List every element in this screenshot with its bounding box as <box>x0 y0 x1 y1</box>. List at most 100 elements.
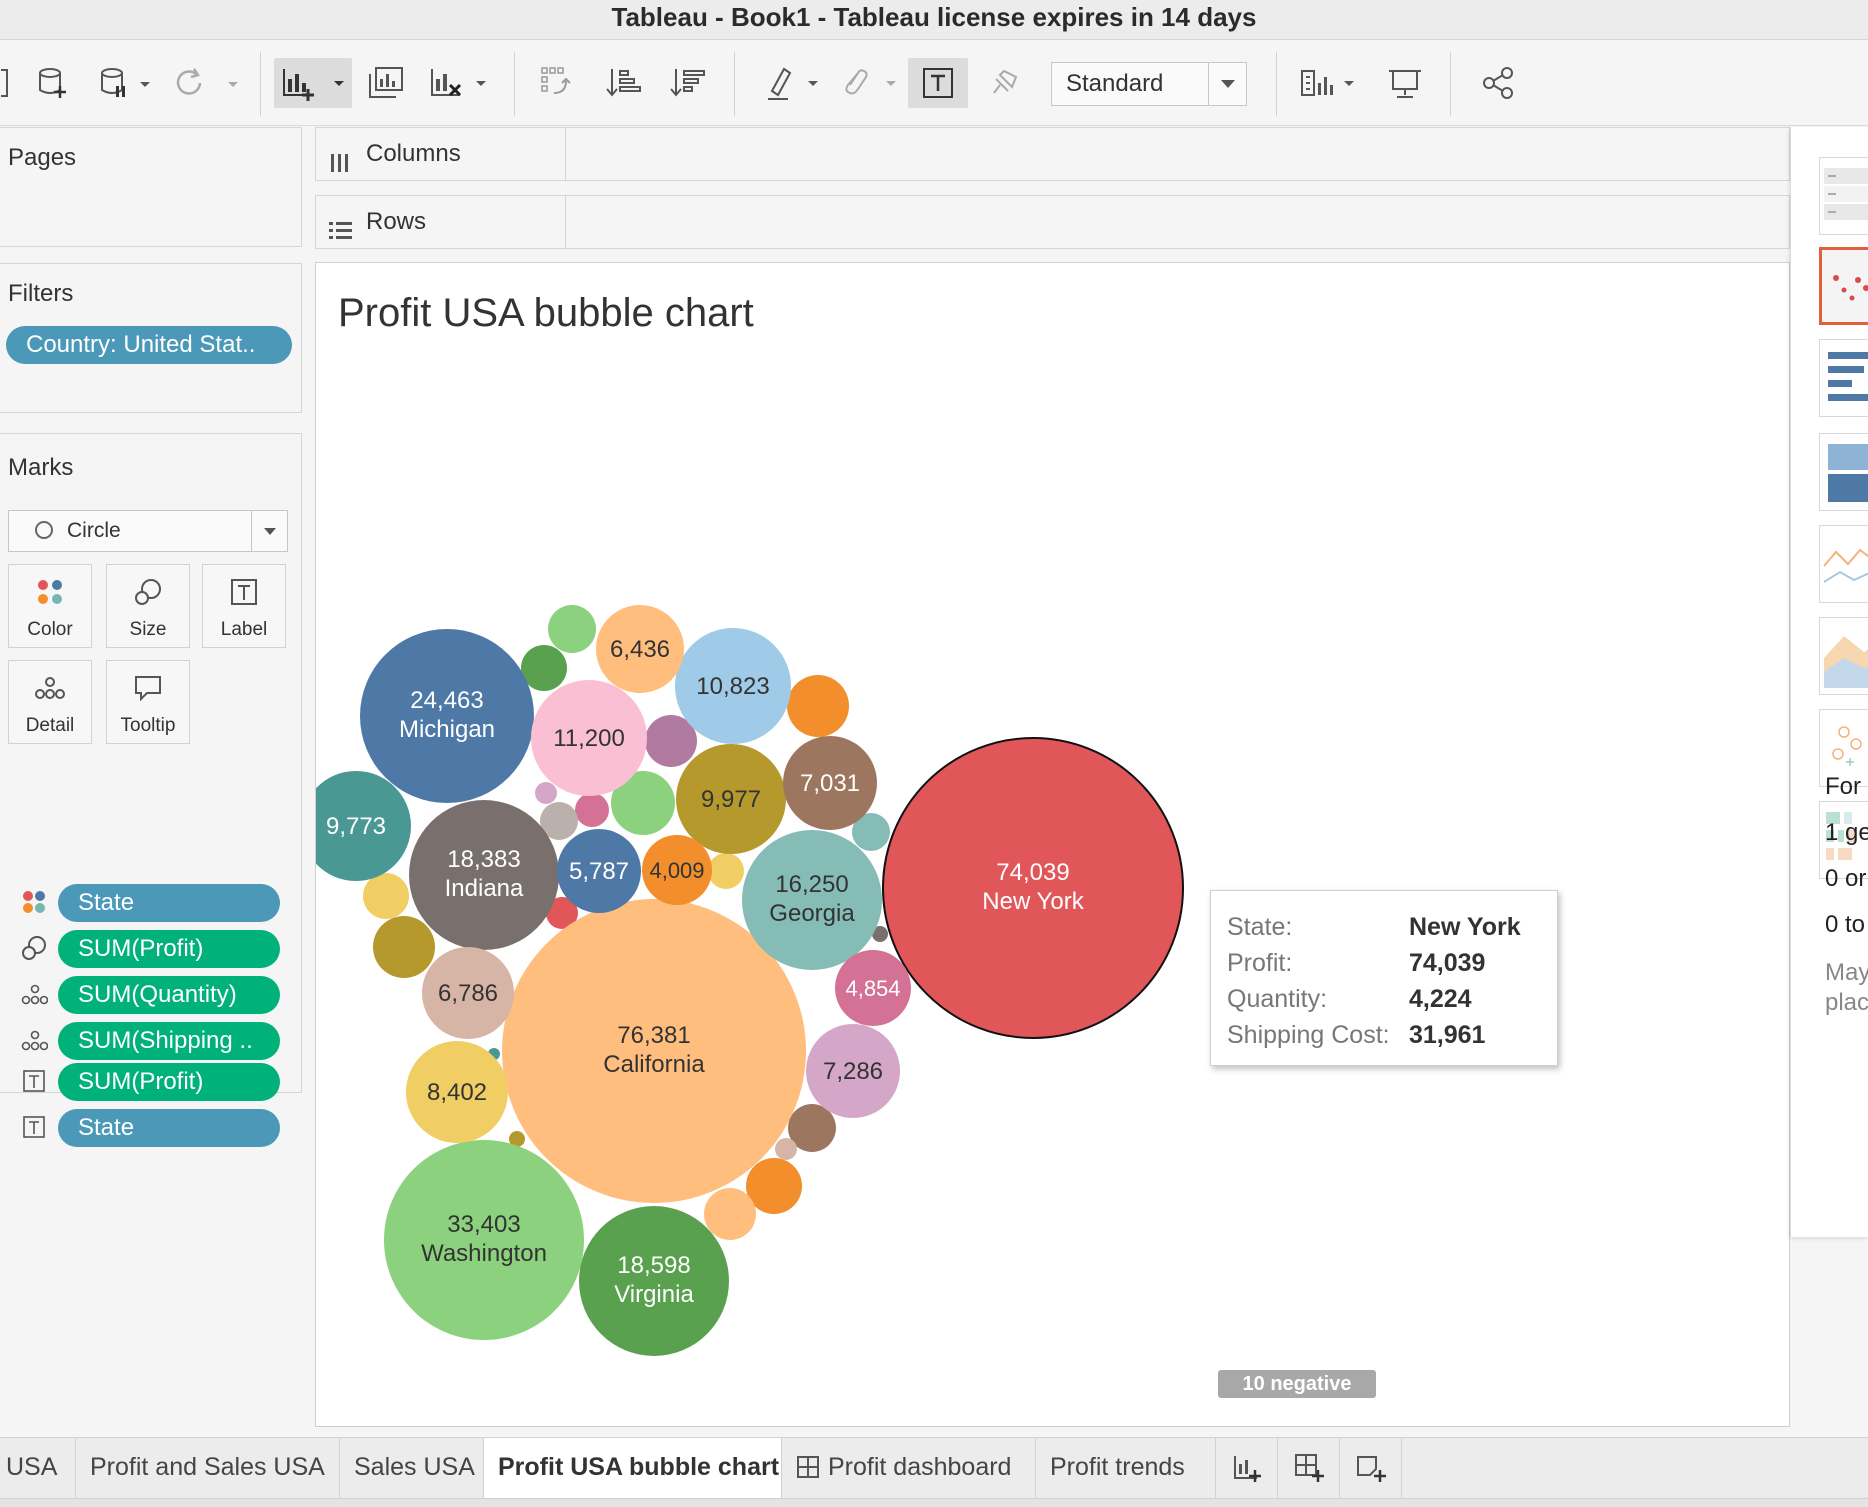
tooltip-value: 31,961 <box>1409 1021 1486 1049</box>
bubble-value-label: 16,250 <box>775 871 848 898</box>
mark-field-profit-label[interactable]: SUM(Profit) <box>58 1063 280 1101</box>
pages-title: Pages <box>8 144 77 171</box>
bubble-mark[interactable] <box>363 873 409 919</box>
marks-title: Marks <box>8 454 74 481</box>
bubble-value-label: 7,031 <box>800 770 860 797</box>
bubble-mark[interactable] <box>704 1188 756 1240</box>
label-icon <box>20 1113 48 1141</box>
show-me-area[interactable] <box>1819 617 1868 695</box>
bubble-mark[interactable] <box>775 1138 797 1160</box>
show-me-hint-3: 0 or <box>1825 865 1867 892</box>
bubble-state-label: Virginia <box>614 1281 694 1308</box>
bubble-value-label: 4,854 <box>845 976 900 1001</box>
pause-updates-icon[interactable] <box>96 58 156 108</box>
show-mark-labels-icon[interactable] <box>908 58 968 108</box>
tab-profit-usa-bubble-chart[interactable]: Profit USA bubble chart <box>484 1438 782 1498</box>
tab-profit-and-sales-usa[interactable]: Profit and Sales USA <box>76 1438 340 1498</box>
marks-label-label: Label <box>220 619 268 640</box>
fix-axes-icon[interactable] <box>980 58 1024 108</box>
show-me-lines[interactable] <box>1819 525 1868 603</box>
tooltip-icon <box>107 673 189 707</box>
rows-label-text: Rows <box>366 208 427 235</box>
refresh-icon[interactable] <box>170 58 244 108</box>
marks-color-button[interactable]: Color <box>8 564 92 648</box>
marks-size-button[interactable]: Size <box>106 564 190 648</box>
tooltip-value: 74,039 <box>1409 949 1486 977</box>
tooltip-key: Shipping Cost: <box>1227 1021 1390 1049</box>
marks-detail-button[interactable]: Detail <box>8 660 92 744</box>
bubble-state-label: Washington <box>421 1240 547 1267</box>
tab-sales-usa[interactable]: Sales USA <box>340 1438 484 1498</box>
bubble-value-label: 6,436 <box>610 636 670 663</box>
show-me-text-table[interactable] <box>1819 157 1868 235</box>
show-me-stacked-bars[interactable] <box>1819 433 1868 511</box>
clear-sheet-icon[interactable] <box>424 58 494 108</box>
bubble-value-label: 74,039 <box>996 859 1069 886</box>
marks-tooltip-label: Tooltip <box>120 715 176 736</box>
share-icon[interactable] <box>1476 58 1522 108</box>
tooltip-value: New York <box>1409 913 1521 941</box>
filter-pill-country[interactable]: Country: United Stat.. <box>6 326 292 364</box>
show-me-hint-5: May <box>1825 959 1868 986</box>
columns-icon <box>328 142 352 194</box>
tab-profit-dashboard[interactable]: Profit dashboard <box>782 1438 1036 1498</box>
fit-select[interactable]: Standard <box>1051 62 1247 106</box>
duplicate-sheet-icon[interactable] <box>364 58 408 108</box>
bubble-mark[interactable] <box>575 793 609 827</box>
negative-values-badge[interactable]: 10 negative <box>1218 1370 1376 1398</box>
marks-card: Marks Circle Color Size Label Detail Too… <box>0 433 302 1093</box>
show-me-symbol-map[interactable] <box>1819 247 1868 325</box>
bubble-mark[interactable] <box>708 853 744 889</box>
new-worksheet-tab-icon[interactable] <box>1216 1438 1278 1498</box>
bubble-chart[interactable]: 76,381California74,039New York33,403Wash… <box>316 263 1791 1428</box>
tooltip-key: Quantity: <box>1227 985 1328 1013</box>
presentation-mode-icon[interactable] <box>1380 58 1430 108</box>
bubble-mark[interactable] <box>373 916 435 978</box>
sort-descending-icon[interactable] <box>666 58 710 108</box>
new-worksheet-icon[interactable] <box>274 58 352 108</box>
rows-shelf[interactable]: Rows <box>315 195 1790 249</box>
group-members-icon[interactable] <box>836 58 902 108</box>
mark-field-state-label[interactable]: State <box>58 1109 280 1147</box>
mark-field-state-color[interactable]: State <box>58 884 280 922</box>
filters-card: Filters Country: United Stat.. <box>0 263 302 413</box>
pages-card: Pages <box>0 127 302 247</box>
highlight-icon[interactable] <box>760 58 824 108</box>
new-data-source-icon[interactable] <box>30 58 76 108</box>
tab-profit-trends[interactable]: Profit trends <box>1036 1438 1216 1498</box>
new-story-tab-icon[interactable] <box>1340 1438 1402 1498</box>
bubble-mark[interactable] <box>787 675 849 737</box>
bubble-mark[interactable] <box>535 782 557 804</box>
show-me-hint-4: 0 to <box>1825 911 1866 938</box>
mark-field-shipping-detail[interactable]: SUM(Shipping .. <box>58 1022 280 1060</box>
bubble-value-label: 9,773 <box>326 813 386 840</box>
mark-field-quantity-detail[interactable]: SUM(Quantity) <box>58 976 280 1014</box>
columns-shelf[interactable]: Columns <box>315 127 1790 181</box>
toolbar-partial-icon[interactable] <box>0 58 12 108</box>
mark-type-select[interactable]: Circle <box>8 510 288 552</box>
bubble-value-label: 10,823 <box>696 673 769 700</box>
mark-field-profit-size[interactable]: SUM(Profit) <box>58 930 280 968</box>
sort-ascending-icon[interactable] <box>602 58 646 108</box>
tooltip-value: 4,224 <box>1409 985 1472 1013</box>
bubble-mark[interactable] <box>548 605 596 653</box>
tab-usa[interactable]: USA <box>0 1438 76 1498</box>
tooltip-key: State: <box>1227 913 1293 941</box>
detail-icon <box>20 980 48 1008</box>
sheet-tab-bar: USA Profit and Sales USA Sales USA Profi… <box>0 1437 1868 1507</box>
circle-icon <box>35 521 53 539</box>
marks-color-label: Color <box>27 619 73 640</box>
filters-title: Filters <box>8 280 74 307</box>
color-icon <box>9 577 91 611</box>
marks-tooltip-button[interactable]: Tooltip <box>106 660 190 744</box>
swap-rows-columns-icon[interactable] <box>536 58 578 108</box>
bubble-state-label: Indiana <box>445 875 524 902</box>
show-cards-icon[interactable] <box>1296 58 1362 108</box>
tab-profit-dashboard-label: Profit dashboard <box>828 1453 1012 1481</box>
bubble-value-label: 11,200 <box>553 725 625 752</box>
viz-canvas[interactable]: Profit USA bubble chart 76,381 California… <box>315 262 1790 1427</box>
bubble-value-label: 6,786 <box>438 980 498 1007</box>
new-dashboard-tab-icon[interactable] <box>1278 1438 1340 1498</box>
marks-label-button[interactable]: Label <box>202 564 286 648</box>
show-me-horizontal-bars[interactable] <box>1819 339 1868 417</box>
